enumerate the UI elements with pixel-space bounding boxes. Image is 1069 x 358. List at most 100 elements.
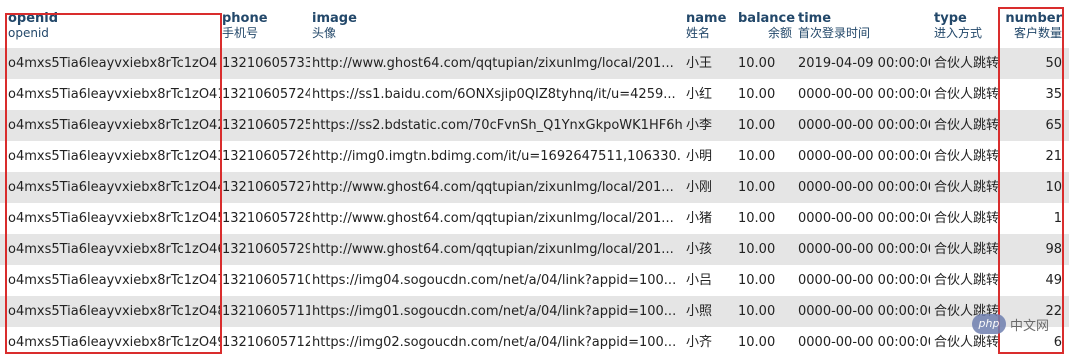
cell-time[interactable]: 0000-00-00 00:00:00 (798, 203, 930, 234)
column-header-type[interactable]: type 进入方式 (934, 11, 998, 46)
cell-number[interactable]: 50 (1004, 48, 1062, 79)
cell-phone[interactable]: 13210605725 (222, 110, 310, 141)
column-name[interactable]: openid (8, 11, 220, 26)
table-row[interactable]: o4mxs5Tia6leayvxiebx8rTc1zO43 1321060572… (0, 141, 1069, 172)
cell-time[interactable]: 0000-00-00 00:00:00 (798, 172, 930, 203)
cell-time[interactable]: 0000-00-00 00:00:00 (798, 296, 930, 327)
cell-type[interactable]: 合伙人跳转 (934, 172, 998, 203)
cell-type[interactable]: 合伙人跳转 (934, 234, 998, 265)
table-row[interactable]: o4mxs5Tia6leayvxiebx8rTc1zO48 1321060571… (0, 296, 1069, 327)
cell-openid[interactable]: o4mxs5Tia6leayvxiebx8rTc1zO48 (8, 296, 220, 327)
cell-phone[interactable]: 13210605724 (222, 79, 310, 110)
cell-openid[interactable]: o4mxs5Tia6leayvxiebx8rTc1zO46 (8, 234, 220, 265)
cell-image[interactable]: http://img0.imgtn.bdimg.com/it/u=1692647… (312, 141, 682, 172)
cell-balance[interactable]: 10.00 (738, 203, 792, 234)
cell-type[interactable]: 合伙人跳转 (934, 203, 998, 234)
cell-time[interactable]: 0000-00-00 00:00:00 (798, 79, 930, 110)
table-row[interactable]: o4mxs5Tia6leayvxiebx8rTc1zO4 13210605733… (0, 48, 1069, 79)
cell-number[interactable]: 21 (1004, 141, 1062, 172)
column-name[interactable]: number (1004, 11, 1062, 26)
cell-number[interactable]: 1 (1004, 203, 1062, 234)
cell-balance[interactable]: 10.00 (738, 48, 792, 79)
cell-openid[interactable]: o4mxs5Tia6leayvxiebx8rTc1zO44 (8, 172, 220, 203)
cell-phone[interactable]: 13210605712 (222, 327, 310, 358)
column-name[interactable]: name (686, 11, 736, 26)
cell-phone[interactable]: 13210605729 (222, 234, 310, 265)
table-row[interactable]: o4mxs5Tia6leayvxiebx8rTc1zO49 1321060571… (0, 327, 1069, 358)
cell-type[interactable]: 合伙人跳转 (934, 79, 998, 110)
cell-image[interactable]: http://www.ghost64.com/qqtupian/zixunImg… (312, 48, 682, 79)
cell-type[interactable]: 合伙人跳转 (934, 141, 998, 172)
cell-image[interactable]: http://www.ghost64.com/qqtupian/zixunImg… (312, 234, 682, 265)
cell-openid[interactable]: o4mxs5Tia6leayvxiebx8rTc1zO42 (8, 110, 220, 141)
cell-time[interactable]: 0000-00-00 00:00:00 (798, 110, 930, 141)
cell-openid[interactable]: o4mxs5Tia6leayvxiebx8rTc1zO49 (8, 327, 220, 358)
cell-balance[interactable]: 10.00 (738, 327, 792, 358)
cell-balance[interactable]: 10.00 (738, 141, 792, 172)
cell-balance[interactable]: 10.00 (738, 172, 792, 203)
cell-image[interactable]: http://www.ghost64.com/qqtupian/zixunImg… (312, 172, 682, 203)
table-row[interactable]: o4mxs5Tia6leayvxiebx8rTc1zO45 1321060572… (0, 203, 1069, 234)
cell-name[interactable]: 小猪 (686, 203, 736, 234)
cell-openid[interactable]: o4mxs5Tia6leayvxiebx8rTc1zO4 (8, 48, 220, 79)
table-row[interactable]: o4mxs5Tia6leayvxiebx8rTc1zO41 1321060572… (0, 79, 1069, 110)
column-name[interactable]: time (798, 11, 930, 26)
cell-name[interactable]: 小照 (686, 296, 736, 327)
cell-number[interactable]: 10 (1004, 172, 1062, 203)
cell-time[interactable]: 0000-00-00 00:00:00 (798, 265, 930, 296)
cell-phone[interactable]: 13210605711 (222, 296, 310, 327)
column-name[interactable]: balance (738, 11, 795, 26)
cell-time[interactable]: 0000-00-00 00:00:00 (798, 234, 930, 265)
cell-balance[interactable]: 10.00 (738, 265, 792, 296)
cell-image[interactable]: https://ss2.bdstatic.com/70cFvnSh_Q1YnxG… (312, 110, 682, 141)
cell-name[interactable]: 小红 (686, 79, 736, 110)
cell-type[interactable]: 合伙人跳转 (934, 48, 998, 79)
cell-time[interactable]: 0000-00-00 00:00:00 (798, 327, 930, 358)
column-header-openid[interactable]: openid openid (8, 11, 220, 46)
cell-image[interactable]: http://www.ghost64.com/qqtupian/zixunImg… (312, 203, 682, 234)
column-header-phone[interactable]: phone 手机号 (222, 11, 310, 46)
cell-name[interactable]: 小齐 (686, 327, 736, 358)
table-row[interactable]: o4mxs5Tia6leayvxiebx8rTc1zO47 1321060571… (0, 265, 1069, 296)
cell-phone[interactable]: 13210605727 (222, 172, 310, 203)
cell-time[interactable]: 0000-00-00 00:00:00 (798, 141, 930, 172)
column-name[interactable]: phone (222, 11, 310, 26)
column-name[interactable]: type (934, 11, 998, 26)
cell-type[interactable]: 合伙人跳转 (934, 265, 998, 296)
cell-balance[interactable]: 10.00 (738, 234, 792, 265)
column-header-number[interactable]: number 客户数量 (1004, 11, 1062, 46)
cell-name[interactable]: 小王 (686, 48, 736, 79)
cell-image[interactable]: https://img04.sogoucdn.com/net/a/04/link… (312, 265, 682, 296)
cell-name[interactable]: 小孩 (686, 234, 736, 265)
cell-balance[interactable]: 10.00 (738, 296, 792, 327)
cell-phone[interactable]: 13210605710 (222, 265, 310, 296)
table-row[interactable]: o4mxs5Tia6leayvxiebx8rTc1zO46 1321060572… (0, 234, 1069, 265)
cell-openid[interactable]: o4mxs5Tia6leayvxiebx8rTc1zO41 (8, 79, 220, 110)
table-row[interactable]: o4mxs5Tia6leayvxiebx8rTc1zO44 1321060572… (0, 172, 1069, 203)
cell-balance[interactable]: 10.00 (738, 79, 792, 110)
column-name[interactable]: image (312, 11, 682, 26)
cell-type[interactable]: 合伙人跳转 (934, 110, 998, 141)
cell-name[interactable]: 小李 (686, 110, 736, 141)
table-row[interactable]: o4mxs5Tia6leayvxiebx8rTc1zO42 1321060572… (0, 110, 1069, 141)
cell-image[interactable]: https://img01.sogoucdn.com/net/a/04/link… (312, 296, 682, 327)
cell-image[interactable]: https://ss1.baidu.com/6ONXsjip0QIZ8tyhnq… (312, 79, 682, 110)
cell-name[interactable]: 小吕 (686, 265, 736, 296)
cell-time[interactable]: 2019-04-09 00:00:00 (798, 48, 930, 79)
cell-number[interactable]: 35 (1004, 79, 1062, 110)
cell-name[interactable]: 小明 (686, 141, 736, 172)
cell-openid[interactable]: o4mxs5Tia6leayvxiebx8rTc1zO43 (8, 141, 220, 172)
cell-balance[interactable]: 10.00 (738, 110, 792, 141)
column-header-image[interactable]: image 头像 (312, 11, 682, 46)
cell-number[interactable]: 65 (1004, 110, 1062, 141)
cell-phone[interactable]: 13210605726 (222, 141, 310, 172)
cell-number[interactable]: 49 (1004, 265, 1062, 296)
column-header-time[interactable]: time 首次登录时间 (798, 11, 930, 46)
cell-openid[interactable]: o4mxs5Tia6leayvxiebx8rTc1zO47 (8, 265, 220, 296)
cell-name[interactable]: 小刚 (686, 172, 736, 203)
cell-phone[interactable]: 13210605728 (222, 203, 310, 234)
cell-image[interactable]: https://img02.sogoucdn.com/net/a/04/link… (312, 327, 682, 358)
column-header-name[interactable]: name 姓名 (686, 11, 736, 46)
cell-number[interactable]: 98 (1004, 234, 1062, 265)
cell-phone[interactable]: 13210605733 (222, 48, 310, 79)
